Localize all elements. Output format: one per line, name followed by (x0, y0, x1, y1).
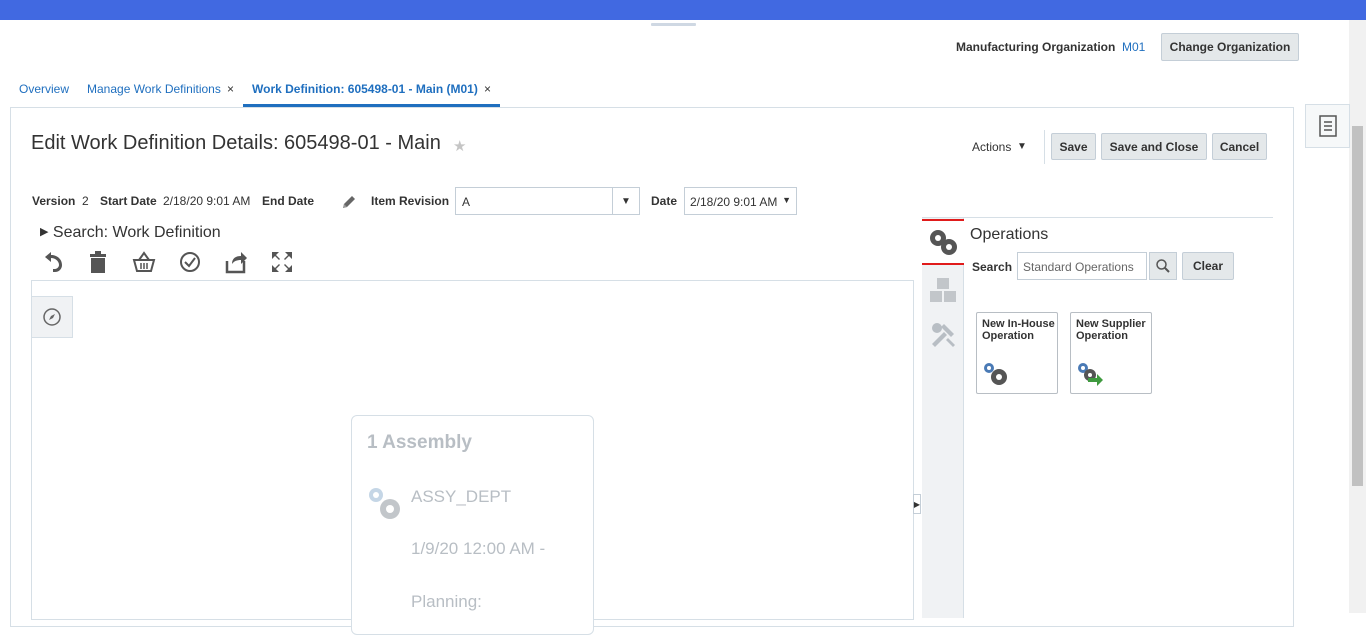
palette-tab-operations[interactable] (922, 219, 964, 265)
expand-fullscreen-icon[interactable] (269, 249, 295, 275)
save-and-close-button[interactable]: Save and Close (1101, 133, 1207, 160)
item-revision-select[interactable]: A ▼ (455, 187, 640, 215)
actions-menu[interactable]: Actions (972, 140, 1011, 154)
top-bar (0, 0, 1366, 20)
node-date: 1/9/20 12:00 AM - (411, 539, 546, 558)
node-title: 1 Assembly (367, 432, 472, 453)
palette-tab-tools[interactable] (922, 312, 964, 358)
search-input[interactable]: Standard Operations (1017, 252, 1147, 280)
basket-icon[interactable] (131, 249, 157, 275)
date-label: Date (651, 194, 678, 208)
export-icon[interactable] (223, 249, 249, 275)
item-revision-label: Item Revision (371, 194, 450, 208)
search-button[interactable] (1149, 252, 1177, 280)
cancel-button[interactable]: Cancel (1212, 133, 1267, 160)
item-revision-value: A (462, 195, 471, 209)
node-department: ASSY_DEPT (411, 487, 512, 506)
version-value: 2 (82, 194, 89, 208)
favorite-star-icon[interactable]: ★ (453, 137, 466, 155)
check-circle-icon[interactable] (177, 249, 203, 275)
scrollbar-thumb[interactable] (1352, 126, 1363, 486)
top-bar-handle[interactable] (651, 23, 696, 26)
supplier-gears-icon (1078, 363, 1103, 386)
card-label: New In-House Operation (982, 318, 1055, 342)
card-label: New Supplier Operation (1076, 318, 1146, 342)
dropdown-arrow-icon[interactable]: ▼ (782, 195, 791, 205)
document-icon (1318, 115, 1337, 137)
search-work-definition-toggle[interactable]: ▶ Search: Work Definition (40, 224, 221, 242)
search-label: Search (972, 260, 1013, 274)
save-button[interactable]: Save (1051, 133, 1096, 160)
divider (922, 217, 1273, 218)
new-in-house-operation-card[interactable]: New In-House Operation (976, 312, 1058, 394)
clear-button[interactable]: Clear (1182, 252, 1234, 280)
page-title: Edit Work Definition Details: 605498-01 … (31, 132, 441, 154)
start-date-label: Start Date (100, 194, 157, 208)
org-value[interactable]: M01 (1122, 40, 1145, 54)
tab-bar: Overview Manage Work Definitions × Work … (0, 78, 1300, 108)
side-panel-tab[interactable] (1305, 104, 1350, 148)
navigation-compass-button[interactable] (31, 296, 73, 338)
close-tab-icon[interactable]: × (227, 82, 234, 96)
end-date-label: End Date (262, 194, 315, 208)
search-icon (1156, 259, 1170, 273)
tab-overview[interactable]: Overview (19, 82, 69, 96)
gears-icon (369, 488, 400, 519)
chevron-down-icon[interactable]: ▼ (1017, 141, 1027, 152)
change-organization-button[interactable]: Change Organization (1161, 33, 1299, 61)
date-select[interactable]: 2/18/20 9:01 AM ▼ (684, 187, 797, 215)
dropdown-arrow-icon[interactable]: ▼ (612, 188, 639, 214)
expand-triangle-icon: ▶ (40, 226, 49, 238)
start-date-value: 2/18/20 9:01 AM (163, 194, 251, 208)
palette-tab-resources[interactable] (922, 267, 964, 313)
date-value: 2/18/20 9:01 AM (690, 195, 778, 209)
page-scrollbar[interactable] (1349, 20, 1366, 613)
tools-icon (932, 323, 955, 347)
boxes-icon (930, 278, 956, 302)
divider (1044, 130, 1045, 164)
node-planning: Planning: (411, 592, 482, 611)
edit-pencil-icon[interactable] (340, 193, 358, 211)
gears-icon (984, 363, 1007, 385)
version-label: Version (32, 194, 76, 208)
tab-work-definition[interactable]: Work Definition: 605498-01 - Main (M01) (252, 82, 478, 96)
search-section-label: Search: Work Definition (52, 224, 221, 241)
operations-panel-title: Operations (970, 226, 1049, 243)
compass-icon (43, 308, 61, 326)
close-tab-icon[interactable]: × (484, 82, 491, 96)
delete-trash-icon[interactable] (85, 249, 111, 275)
tab-manage-work-definitions[interactable]: Manage Work Definitions (87, 82, 221, 96)
gears-icon (930, 230, 957, 255)
new-supplier-operation-card[interactable]: New Supplier Operation (1070, 312, 1152, 394)
collapse-panel-handle[interactable]: ▶ (913, 494, 921, 514)
undo-icon[interactable] (39, 249, 65, 275)
org-label: Manufacturing Organization (956, 40, 1116, 54)
